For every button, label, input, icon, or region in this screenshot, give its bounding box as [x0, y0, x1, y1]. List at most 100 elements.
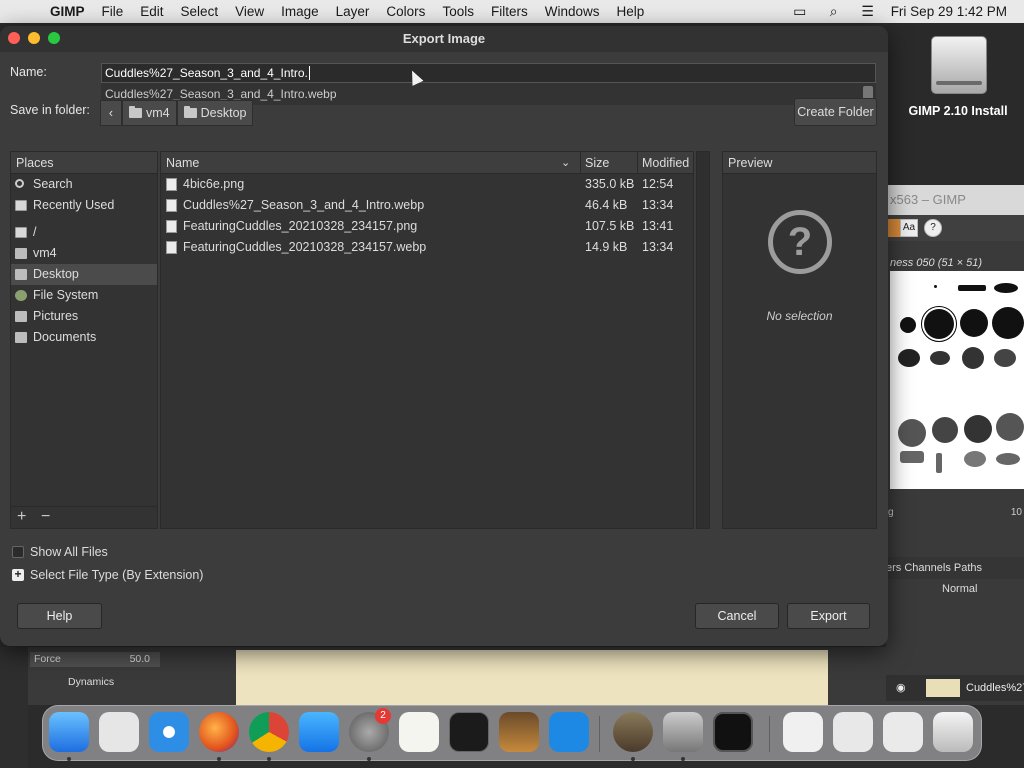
control-center-icon[interactable]: ☰ — [851, 3, 885, 20]
breadcrumb-vm4[interactable]: vm4 — [122, 100, 177, 126]
breadcrumb-back-button[interactable]: ‹ — [100, 100, 122, 126]
show-all-files-row[interactable]: Show All Files — [12, 545, 108, 559]
app-store-icon[interactable] — [299, 712, 339, 752]
show-all-files-checkbox[interactable] — [12, 546, 24, 558]
minimized-window-icon[interactable] — [833, 712, 873, 752]
column-name[interactable]: Name — [166, 152, 199, 174]
disk-image-icon[interactable] — [931, 36, 987, 94]
chrome-icon[interactable] — [249, 712, 289, 752]
trash-icon[interactable] — [933, 712, 973, 752]
place-recently-used[interactable]: Recently Used — [11, 195, 157, 216]
screen-mirroring-icon[interactable]: ▭ — [783, 3, 817, 20]
menu-app-gimp[interactable]: GIMP — [50, 4, 93, 19]
layer-name: Cuddles%27 — [966, 682, 1024, 694]
breadcrumb-desktop[interactable]: Desktop — [176, 100, 254, 126]
minimized-window-icon[interactable] — [783, 712, 823, 752]
gimp-icon[interactable] — [613, 712, 653, 752]
file-row[interactable]: Cuddles%27_Season_3_and_4_Intro.webp 46.… — [161, 195, 693, 216]
menu-layer[interactable]: Layer — [327, 4, 378, 19]
close-window-button[interactable] — [8, 32, 20, 44]
help-icon[interactable]: ? — [924, 219, 942, 237]
export-button[interactable]: Export — [787, 603, 870, 629]
dialog-titlebar[interactable]: Export Image — [0, 26, 888, 52]
column-modified[interactable]: Modified — [642, 152, 689, 174]
notification-badge: 2 — [375, 708, 391, 724]
sort-chevron-down-icon[interactable]: ⌄ — [561, 152, 570, 174]
minimize-window-button[interactable] — [28, 32, 40, 44]
vscode-icon[interactable] — [549, 712, 589, 752]
eye-icon[interactable]: ◉ — [896, 675, 906, 701]
place-documents[interactable]: Documents — [11, 327, 157, 348]
menu-colors[interactable]: Colors — [378, 4, 434, 19]
help-button[interactable]: Help — [17, 603, 102, 629]
layer-row[interactable]: ◉ Cuddles%27 — [886, 675, 1024, 701]
home-folder-icon — [15, 248, 27, 259]
finder-icon[interactable] — [49, 712, 89, 752]
file-row[interactable]: FeaturingCuddles_20210328_234157.webp 14… — [161, 237, 693, 258]
terminal-icon[interactable] — [449, 712, 489, 752]
slider-max: 10 — [1010, 507, 1022, 518]
preview-panel: Preview ? No selection — [722, 151, 877, 529]
select-file-type-expander[interactable]: + Select File Type (By Extension) — [12, 568, 203, 582]
launchpad-icon[interactable] — [99, 712, 139, 752]
file-list-scrollbar[interactable] — [696, 151, 710, 529]
select-file-type-label: Select File Type (By Extension) — [30, 568, 204, 582]
show-all-files-label: Show All Files — [30, 545, 108, 559]
gimp-window-title: x563 – GIMP — [886, 185, 1024, 215]
disk-image-label[interactable]: GIMP 2.10 Install — [896, 104, 1020, 118]
menu-filters[interactable]: Filters — [482, 4, 536, 19]
recent-icon — [15, 200, 27, 211]
place-desktop[interactable]: Desktop — [11, 264, 157, 285]
gimp-canvas[interactable] — [236, 650, 828, 705]
file-row[interactable]: FeaturingCuddles_20210328_234157.png 107… — [161, 216, 693, 237]
place-desktop-label: Desktop — [33, 267, 79, 281]
expand-plus-icon[interactable]: + — [12, 568, 24, 581]
menu-view[interactable]: View — [227, 4, 273, 19]
filename-input[interactable]: Cuddles%27_Season_3_and_4_Intro. — [101, 63, 876, 83]
dynamics-label: Dynamics — [68, 676, 115, 688]
garageband-icon[interactable] — [499, 712, 539, 752]
place-pictures-label: Pictures — [33, 309, 79, 323]
place-vm4[interactable]: vm4 — [11, 243, 157, 264]
firefox-icon[interactable] — [199, 712, 239, 752]
menu-clock[interactable]: Fri Sep 29 1:42 PM — [885, 4, 1024, 19]
dock: 2 — [42, 705, 982, 761]
place-fs-label: File System — [33, 288, 99, 302]
home-folder-icon — [129, 106, 142, 118]
cancel-button[interactable]: Cancel — [695, 603, 779, 629]
column-size[interactable]: Size — [585, 152, 609, 174]
menu-image[interactable]: Image — [273, 4, 328, 19]
layer-mode-select[interactable]: Normal — [942, 583, 977, 595]
place-root[interactable]: / — [11, 222, 157, 243]
minimized-window-icon[interactable] — [883, 712, 923, 752]
safari-icon[interactable] — [149, 712, 189, 752]
zoom-window-button[interactable] — [48, 32, 60, 44]
menu-edit[interactable]: Edit — [132, 4, 172, 19]
rocket-icon[interactable] — [663, 712, 703, 752]
dialog-title: Export Image — [402, 31, 486, 46]
file-row[interactable]: 4bic6e.png 335.0 kB 12:54 — [161, 174, 693, 195]
menu-file[interactable]: File — [93, 4, 132, 19]
create-folder-button[interactable]: Create Folder — [794, 98, 877, 126]
spotlight-search-icon[interactable]: ⌕ — [817, 3, 851, 20]
menu-select[interactable]: Select — [172, 4, 227, 19]
font-icon[interactable]: Aa — [900, 219, 918, 237]
force-slider[interactable]: Force 50.0 — [30, 652, 160, 667]
remove-bookmark-icon[interactable]: − — [41, 508, 50, 526]
folder-icon — [15, 332, 27, 343]
place-file-system[interactable]: File System — [11, 285, 157, 306]
place-pictures[interactable]: Pictures — [11, 306, 157, 327]
brush-grid[interactable] — [890, 271, 1024, 489]
add-bookmark-icon[interactable]: + — [17, 508, 26, 526]
menu-help[interactable]: Help — [608, 4, 653, 19]
preview-header: Preview — [723, 152, 876, 174]
activity-monitor-icon[interactable] — [713, 712, 753, 752]
places-panel: Places Search Recently Used / vm4 Deskto… — [10, 151, 158, 529]
dock-tabs[interactable]: ers Channels Paths — [886, 557, 1024, 579]
textedit-icon[interactable] — [399, 712, 439, 752]
place-search[interactable]: Search — [11, 174, 157, 195]
no-selection-text: No selection — [766, 309, 833, 323]
menu-windows[interactable]: Windows — [536, 4, 608, 19]
menu-tools[interactable]: Tools — [434, 4, 483, 19]
save-in-folder-label: Save in folder: — [10, 103, 90, 117]
